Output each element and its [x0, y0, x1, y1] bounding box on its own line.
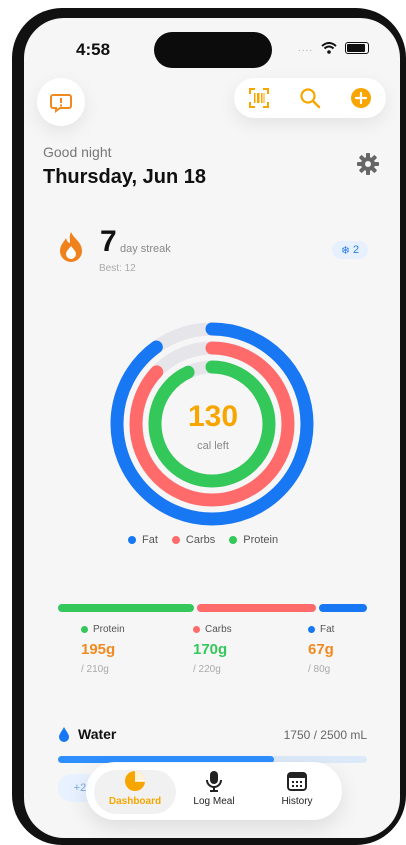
- carbs-macro-label: Carbs: [205, 624, 232, 635]
- calories-left-label: cal left: [197, 440, 229, 452]
- calendar-icon: [287, 772, 307, 791]
- protein-bar-segment: [58, 604, 195, 612]
- battery-icon: [345, 42, 370, 54]
- gear-icon[interactable]: [356, 152, 380, 176]
- freeze-count: 2: [353, 244, 360, 256]
- tab-dashboard[interactable]: Dashboard: [94, 770, 176, 814]
- carbs-bar-segment: [197, 604, 316, 612]
- carbs-macro: Carbs 170g / 220g: [193, 624, 293, 675]
- legend-fat: Fat: [128, 534, 158, 546]
- fat-macro: Fat 67g / 80g: [308, 624, 400, 675]
- tab-log-meal-label: Log Meal: [193, 796, 235, 807]
- snowflake-icon: ❄: [340, 244, 351, 257]
- fat-macro-value: 67g: [308, 641, 334, 658]
- microphone-icon: [206, 771, 222, 792]
- pie-chart-icon: [125, 771, 145, 791]
- protein-macro-value: 195g: [81, 641, 116, 658]
- streak-count: 7: [100, 225, 117, 258]
- tab-history[interactable]: History: [256, 770, 338, 814]
- legend-protein: Protein: [229, 534, 278, 546]
- fat-bar-segment: [318, 604, 367, 612]
- add-icon[interactable]: [350, 87, 372, 109]
- status-time: 4:58: [76, 40, 111, 59]
- legend-carbs: Carbs: [171, 534, 215, 546]
- status-icons: ....: [298, 42, 370, 54]
- signal-icon: ....: [298, 42, 314, 54]
- protein-macro-total: / 210g: [81, 664, 109, 675]
- water-title: Water: [58, 726, 116, 742]
- fat-macro-label: Fat: [320, 624, 335, 635]
- flame-icon: [60, 232, 82, 262]
- streak-card: 7 day streak Best: 12 ❄ 2: [54, 223, 374, 293]
- tab-log-meal[interactable]: Log Meal: [173, 770, 255, 814]
- page-title: Thursday, Jun 18: [43, 166, 207, 188]
- carbs-macro-value: 170g: [193, 641, 228, 658]
- tab-dashboard-label: Dashboard: [108, 796, 162, 807]
- streak-freeze-badge[interactable]: ❄ 2: [332, 241, 368, 259]
- app-screen: 4:58 .... Good night Thursday, Jun 18 7 …: [24, 18, 400, 838]
- feedback-icon: [50, 94, 72, 113]
- calories-left-value: 130: [187, 400, 239, 433]
- greeting-text: Good night: [43, 144, 112, 160]
- tab-bar: Dashboard Log Meal History: [86, 762, 342, 820]
- streak-best: Best: 12: [99, 263, 136, 274]
- dynamic-island: [154, 32, 272, 68]
- carbs-macro-total: / 220g: [193, 664, 221, 675]
- feedback-button[interactable]: [37, 78, 85, 126]
- water-amount: 1750 / 2500 mL: [283, 728, 367, 742]
- protein-macro-label: Protein: [93, 624, 125, 635]
- wifi-icon: [321, 42, 337, 54]
- top-toolbar: [234, 78, 386, 118]
- fat-macro-total: / 80g: [308, 664, 331, 675]
- search-icon[interactable]: [299, 87, 321, 109]
- streak-label: day streak: [120, 243, 171, 255]
- protein-macro: Protein 195g / 210g: [81, 624, 181, 675]
- rings-legend: Fat Carbs Protein: [128, 534, 278, 546]
- barcode-scan-icon[interactable]: [248, 87, 270, 109]
- water-drop-icon: [59, 727, 69, 742]
- macro-distribution-bar: [58, 604, 367, 612]
- tab-history-label: History: [281, 796, 313, 807]
